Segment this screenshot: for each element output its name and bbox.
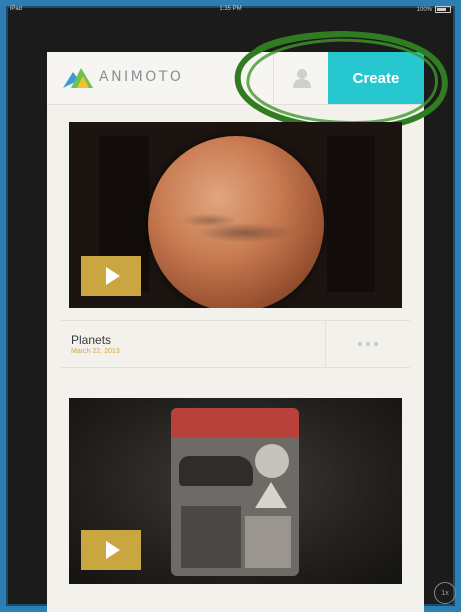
video-thumbnail-2[interactable] — [69, 398, 402, 584]
vintage-photo-collage — [171, 408, 299, 576]
collage-banner — [171, 408, 299, 438]
clock-label: 1:35 PM — [219, 6, 242, 12]
thumbnail-slice — [327, 136, 375, 292]
scale-badge[interactable]: 1x — [434, 582, 456, 604]
video-date: March 22, 2013 — [71, 348, 120, 355]
create-button[interactable]: Create — [328, 52, 424, 104]
mars-image — [148, 136, 324, 308]
play-button[interactable] — [81, 530, 141, 570]
play-icon — [106, 267, 120, 285]
device-frame: iPad 1:35 PM 100% ANIMOTO Create Planets… — [0, 0, 461, 612]
play-icon — [106, 541, 120, 559]
more-dots-icon — [374, 342, 378, 346]
app-header: ANIMOTO Create — [47, 52, 424, 105]
collage-family-photo — [181, 506, 241, 568]
status-bar: iPad 1:35 PM 100% — [10, 6, 451, 16]
more-dots-icon — [366, 342, 370, 346]
collage-portrait-photo — [245, 516, 291, 568]
video-info-row: Planets March 22, 2013 — [61, 320, 410, 368]
animoto-logo-icon — [63, 68, 93, 88]
collage-emblem — [255, 482, 287, 508]
logo-text: ANIMOTO — [99, 69, 184, 85]
battery-indicator: 100% — [417, 6, 451, 13]
more-dots-icon — [358, 342, 362, 346]
more-options-button[interactable] — [325, 321, 410, 367]
animoto-logo[interactable]: ANIMOTO — [63, 66, 183, 88]
battery-label: 100% — [416, 6, 432, 13]
collage-coin — [255, 444, 289, 478]
collage-car-photo — [179, 456, 253, 486]
video-thumbnail-planets[interactable] — [69, 122, 402, 308]
user-profile-button[interactable] — [273, 52, 329, 104]
video-title[interactable]: Planets — [71, 333, 111, 347]
play-button[interactable] — [81, 256, 141, 296]
user-icon — [292, 69, 311, 88]
battery-icon — [435, 6, 451, 13]
